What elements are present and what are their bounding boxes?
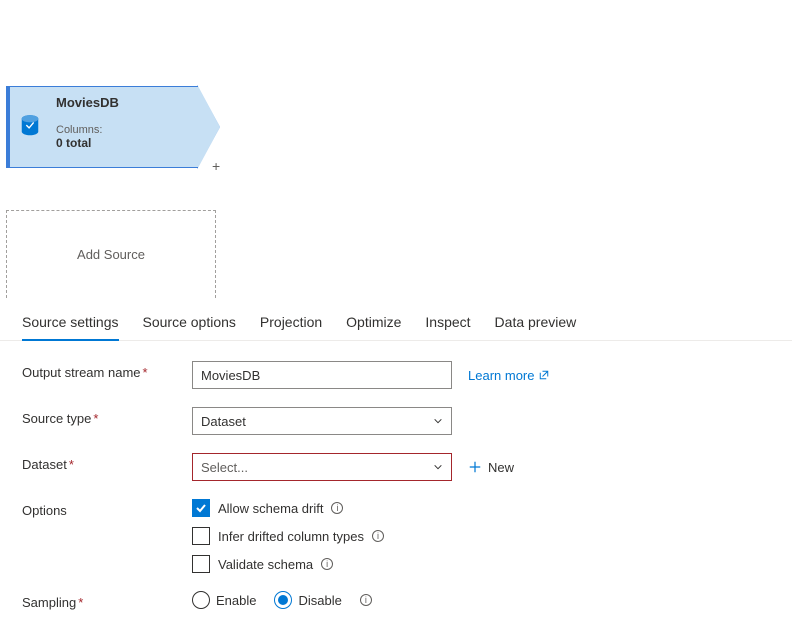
source-columns-count: 0 total bbox=[56, 136, 188, 150]
options-label: Options bbox=[22, 499, 192, 518]
chevron-down-icon bbox=[433, 462, 443, 472]
info-icon[interactable]: i bbox=[331, 502, 343, 514]
tab-data-preview[interactable]: Data preview bbox=[495, 304, 577, 340]
info-icon[interactable]: i bbox=[360, 594, 372, 606]
chevron-down-icon bbox=[433, 416, 443, 426]
add-source-label: Add Source bbox=[77, 247, 145, 262]
add-source-button[interactable]: Add Source bbox=[6, 210, 216, 298]
radio-icon bbox=[192, 591, 210, 609]
infer-drifted-types-label: Infer drifted column types bbox=[218, 529, 364, 544]
allow-schema-drift-label: Allow schema drift bbox=[218, 501, 323, 516]
learn-more-link[interactable]: Learn more bbox=[468, 368, 550, 383]
sampling-disable-radio[interactable]: Disable bbox=[274, 591, 341, 609]
source-title: MoviesDB bbox=[56, 95, 188, 110]
allow-schema-drift-checkbox[interactable] bbox=[192, 499, 210, 517]
validate-schema-label: Validate schema bbox=[218, 557, 313, 572]
source-type-label: Source type* bbox=[22, 407, 192, 426]
tab-source-settings[interactable]: Source settings bbox=[22, 304, 119, 340]
node-arrow bbox=[198, 86, 220, 168]
external-link-icon bbox=[538, 369, 550, 381]
tab-projection[interactable]: Projection bbox=[260, 304, 322, 340]
sampling-enable-radio[interactable]: Enable bbox=[192, 591, 256, 609]
add-transform-plus[interactable]: + bbox=[212, 158, 220, 174]
source-type-select[interactable]: Dataset bbox=[192, 407, 452, 435]
database-icon bbox=[19, 114, 41, 140]
new-dataset-button[interactable]: New bbox=[468, 460, 514, 475]
source-body: MoviesDB Columns: 0 total bbox=[50, 86, 198, 168]
tab-optimize[interactable]: Optimize bbox=[346, 304, 401, 340]
source-node[interactable]: MoviesDB Columns: 0 total bbox=[4, 86, 220, 168]
source-settings-form: Output stream name* Learn more Source ty… bbox=[0, 341, 792, 630]
check-icon bbox=[195, 502, 207, 514]
tab-inspect[interactable]: Inspect bbox=[425, 304, 470, 340]
output-stream-label: Output stream name* bbox=[22, 361, 192, 380]
dataset-label: Dataset* bbox=[22, 453, 192, 472]
output-stream-input[interactable] bbox=[192, 361, 452, 389]
tabs-bar: Source settings Source options Projectio… bbox=[0, 304, 792, 341]
plus-icon bbox=[468, 460, 482, 474]
source-columns-label: Columns: bbox=[56, 124, 188, 136]
infer-drifted-types-checkbox[interactable] bbox=[192, 527, 210, 545]
source-icon-col bbox=[10, 86, 50, 168]
dataset-select[interactable]: Select... bbox=[192, 453, 452, 481]
info-icon[interactable]: i bbox=[321, 558, 333, 570]
validate-schema-checkbox[interactable] bbox=[192, 555, 210, 573]
tab-source-options[interactable]: Source options bbox=[143, 304, 236, 340]
dataflow-canvas: MoviesDB Columns: 0 total + Add Source bbox=[0, 0, 792, 300]
radio-icon bbox=[274, 591, 292, 609]
info-icon[interactable]: i bbox=[372, 530, 384, 542]
sampling-label: Sampling* bbox=[22, 591, 192, 610]
